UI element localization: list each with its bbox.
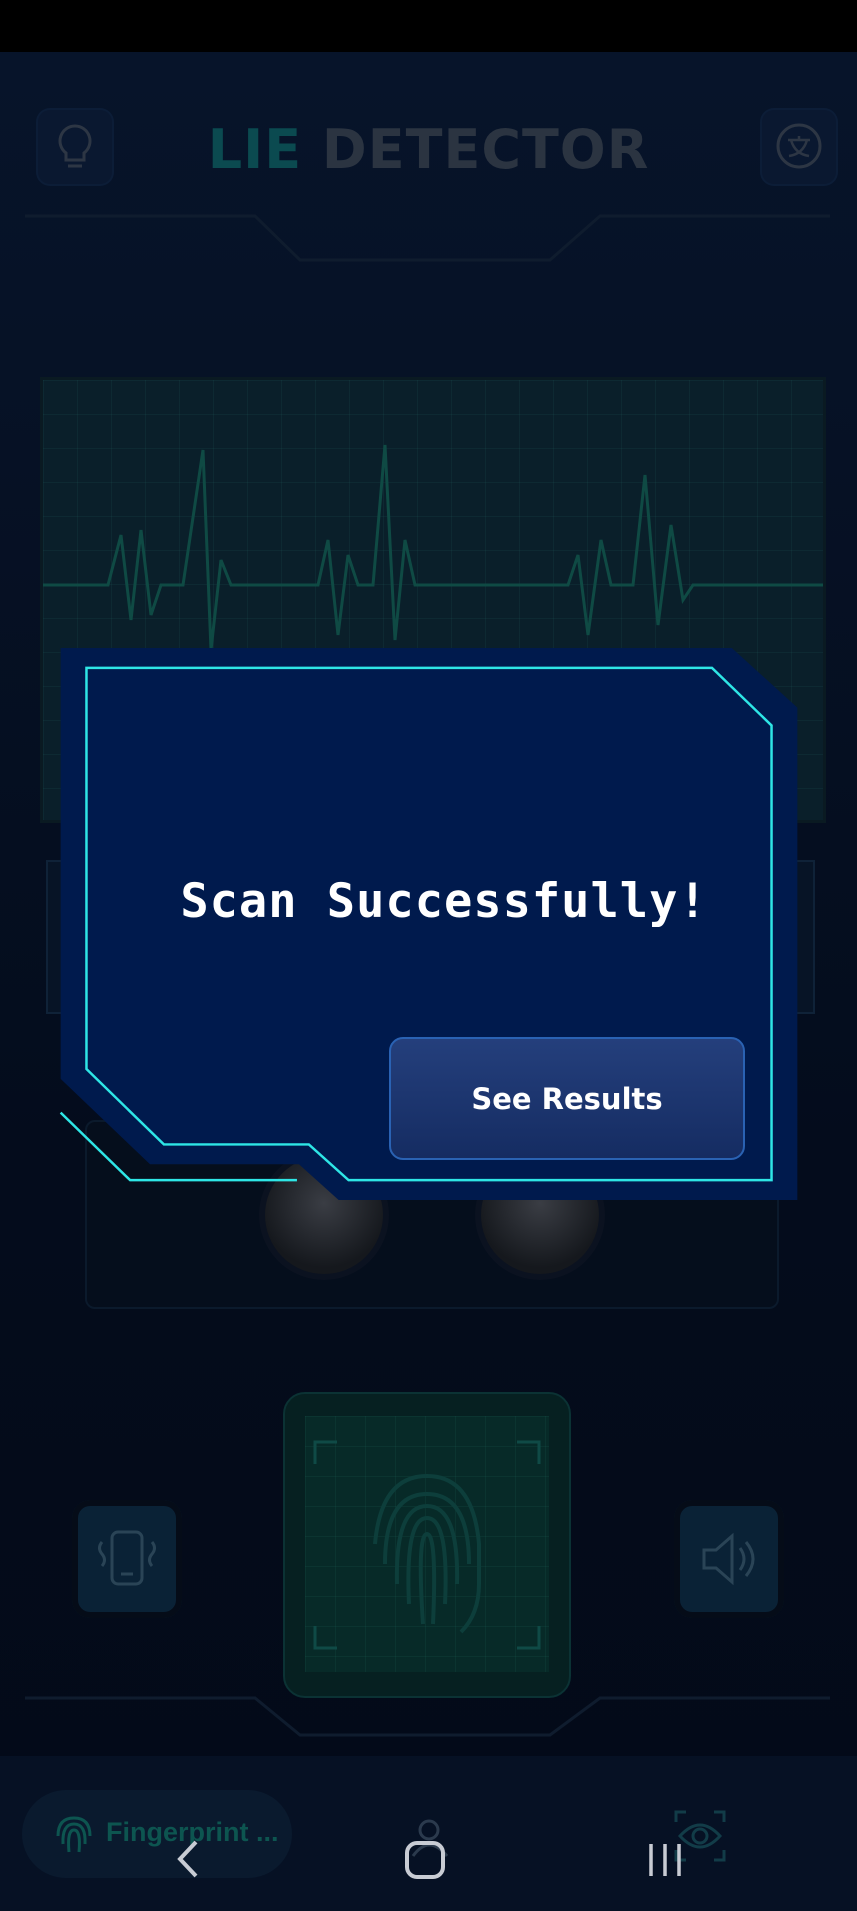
title-lie: LIE: [207, 118, 303, 181]
sound-button[interactable]: [674, 1500, 784, 1618]
language-button[interactable]: [760, 108, 838, 186]
heartbeat-line: [43, 444, 823, 651]
fingerprint-scanner[interactable]: [283, 1392, 571, 1698]
back-icon: [177, 1840, 198, 1878]
home-icon: [405, 1841, 445, 1879]
translate-icon: [776, 123, 822, 169]
vibration-icon: [98, 1530, 156, 1586]
title-detector: DETECTOR: [321, 118, 650, 181]
fingerprint-icon: [56, 1816, 92, 1853]
header-divider: [25, 214, 830, 262]
speaker-icon: [702, 1532, 755, 1586]
nav-back-button[interactable]: [172, 1838, 202, 1885]
vibration-button[interactable]: [72, 1500, 182, 1618]
see-results-button[interactable]: See Results: [389, 1037, 745, 1160]
app-title: LIE DETECTOR: [0, 118, 857, 181]
nav-recents-button[interactable]: [645, 1842, 685, 1883]
recents-icon: [649, 1844, 681, 1876]
dialog-message: Scan Successfully!: [180, 874, 708, 929]
nav-home-button[interactable]: [404, 1840, 446, 1885]
fingerprint-scan-icon: [313, 1440, 541, 1650]
status-bar: [0, 0, 857, 52]
